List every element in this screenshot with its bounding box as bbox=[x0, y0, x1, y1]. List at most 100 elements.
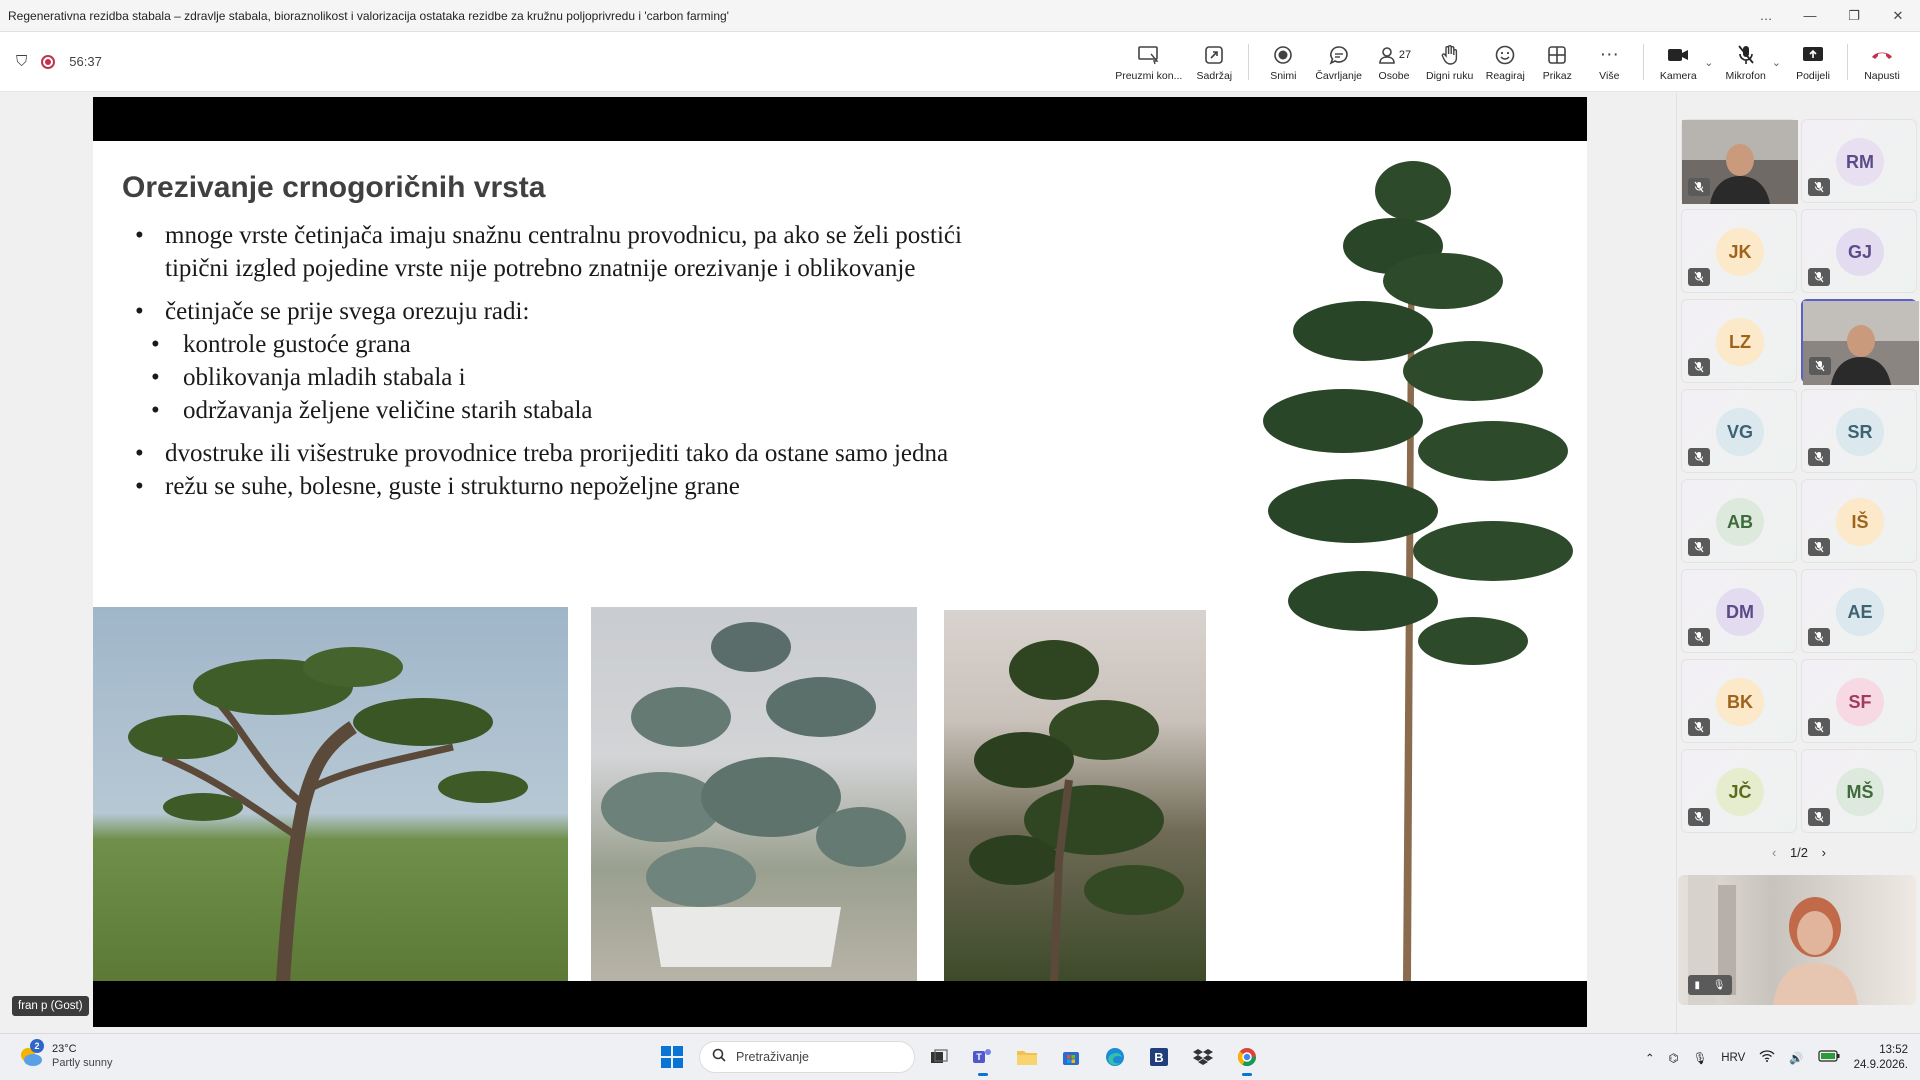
mic-off-icon bbox=[1688, 628, 1710, 646]
teams-app-icon[interactable]: T bbox=[966, 1040, 1000, 1076]
self-video-preview[interactable]: ▮ 🎙 bbox=[1678, 875, 1916, 1005]
minimize-button[interactable]: — bbox=[1788, 0, 1832, 32]
take-control-button[interactable]: Preuzmi kon... bbox=[1109, 34, 1188, 90]
participant-avatar: DM bbox=[1716, 588, 1764, 636]
participant-tile[interactable]: MŠ bbox=[1801, 749, 1917, 833]
sub-bullet-item: kontrole gustoće grana bbox=[133, 328, 993, 361]
emoji-icon bbox=[1494, 43, 1516, 67]
people-icon: 27 bbox=[1377, 43, 1411, 67]
participant-tile[interactable]: SR bbox=[1801, 389, 1917, 473]
dropbox-icon[interactable] bbox=[1186, 1040, 1220, 1074]
participant-video-tile[interactable] bbox=[1681, 119, 1798, 204]
toolbar-divider bbox=[1643, 44, 1645, 80]
more-options-button[interactable]: … bbox=[1744, 0, 1788, 32]
hang-up-icon bbox=[1870, 43, 1894, 67]
battery-icon[interactable] bbox=[1818, 1050, 1840, 1065]
participant-avatar: SF bbox=[1836, 678, 1884, 726]
participant-tile[interactable]: AE bbox=[1801, 569, 1917, 653]
self-view-status: ▮ 🎙 bbox=[1688, 975, 1732, 995]
view-label: Prikaz bbox=[1542, 69, 1572, 82]
participant-tile[interactable]: JČ bbox=[1681, 749, 1797, 833]
edge-browser-icon[interactable] bbox=[1098, 1040, 1132, 1074]
chat-button[interactable]: Čavrljanje bbox=[1309, 34, 1368, 90]
participant-avatar: RM bbox=[1836, 138, 1884, 186]
camera-button[interactable]: Kamera bbox=[1652, 34, 1704, 90]
camera-options-chevron-icon[interactable]: ⌄ bbox=[1704, 56, 1713, 69]
mic-off-icon bbox=[1688, 358, 1710, 376]
mic-off-icon bbox=[1808, 448, 1830, 466]
leave-button[interactable]: Napusti bbox=[1856, 34, 1908, 90]
microsoft-store-icon[interactable] bbox=[1054, 1040, 1088, 1074]
participant-tile[interactable]: SF bbox=[1801, 659, 1917, 743]
raise-hand-icon bbox=[1440, 43, 1460, 67]
mic-off-icon bbox=[1808, 178, 1830, 196]
microphone-icon[interactable]: 🎙 bbox=[1693, 1051, 1708, 1065]
mic-off-icon bbox=[1808, 628, 1830, 646]
take-control-label: Preuzmi kon... bbox=[1115, 69, 1183, 82]
weather-widget[interactable]: 2 23°C Partly sunny bbox=[18, 1039, 113, 1070]
record-icon bbox=[1272, 43, 1294, 67]
participant-avatar: BK bbox=[1716, 678, 1764, 726]
more-button[interactable]: ··· Više bbox=[1583, 34, 1635, 90]
wifi-icon[interactable] bbox=[1759, 1050, 1775, 1065]
participant-tile[interactable]: IŠ bbox=[1801, 479, 1917, 563]
chat-icon bbox=[1328, 43, 1350, 67]
clock-time: 13:52 bbox=[1879, 1043, 1908, 1056]
participant-tile[interactable]: VG bbox=[1681, 389, 1797, 473]
mic-off-icon bbox=[1808, 808, 1830, 826]
windows-start-icon[interactable] bbox=[661, 1046, 683, 1068]
file-explorer-icon[interactable] bbox=[1010, 1040, 1044, 1074]
record-button[interactable]: Snimi bbox=[1257, 34, 1309, 90]
people-button[interactable]: 27 Osobe bbox=[1368, 34, 1420, 90]
window-title: Regenerativna rezidba stabala – zdravlje… bbox=[8, 8, 729, 23]
sub-bullet-item: oblikovanja mladih stabala i bbox=[133, 361, 993, 394]
react-button[interactable]: Reagiraj bbox=[1479, 34, 1531, 90]
meeting-toolbar: ⛉ 56:37 Preuzmi kon... Sadržaj Snimi Čav… bbox=[0, 32, 1920, 92]
clock-date: 24.9.2026. bbox=[1853, 1058, 1908, 1071]
prev-page-chevron-icon[interactable]: ‹ bbox=[1772, 845, 1776, 860]
participant-video-tile[interactable] bbox=[1801, 299, 1919, 385]
mic-options-chevron-icon[interactable]: ⌄ bbox=[1772, 56, 1781, 69]
temperature: 23°C bbox=[52, 1043, 77, 1055]
speaker-icon[interactable]: 🔊 bbox=[1789, 1051, 1803, 1065]
chat-label: Čavrljanje bbox=[1315, 69, 1363, 82]
mic-off-icon: 🎙 bbox=[1712, 979, 1726, 991]
share-button[interactable]: Podijeli bbox=[1787, 34, 1839, 90]
weather-condition: Partly sunny bbox=[52, 1057, 113, 1069]
gallery-pager: ‹ 1/2 › bbox=[1677, 845, 1920, 860]
participant-tile[interactable]: JK bbox=[1681, 209, 1797, 293]
share-icon bbox=[1802, 43, 1824, 67]
participant-tile[interactable]: RM bbox=[1801, 119, 1917, 203]
shield-icon[interactable]: ⛉ bbox=[16, 53, 27, 70]
task-view-icon[interactable] bbox=[922, 1040, 956, 1074]
bullet-item: dvostruke ili višestruke provodnice treb… bbox=[133, 437, 993, 470]
restore-button[interactable]: ❐ bbox=[1832, 0, 1876, 32]
participant-avatar: GJ bbox=[1836, 228, 1884, 276]
taskbar-clock[interactable]: 13:52 24.9.2026. bbox=[1854, 1043, 1908, 1073]
participant-tile[interactable]: GJ bbox=[1801, 209, 1917, 293]
raise-hand-button[interactable]: Digni ruku bbox=[1420, 34, 1479, 90]
teams-tray-icon[interactable]: ⌬ bbox=[1669, 1051, 1679, 1065]
chevron-up-icon[interactable]: ⌃ bbox=[1645, 1051, 1655, 1065]
participant-tile[interactable]: LZ bbox=[1681, 299, 1797, 383]
record-label: Snimi bbox=[1270, 69, 1297, 82]
recording-indicator-icon bbox=[41, 54, 56, 69]
content-button[interactable]: Sadržaj bbox=[1188, 34, 1240, 90]
mic-button[interactable]: Mikrofon bbox=[1720, 34, 1772, 90]
take-control-icon bbox=[1137, 43, 1160, 67]
partly-sunny-icon: 2 bbox=[18, 1039, 44, 1069]
weather-badge: 2 bbox=[30, 1039, 44, 1053]
view-button[interactable]: Prikaz bbox=[1531, 34, 1583, 90]
input-language[interactable]: HRV bbox=[1721, 1052, 1745, 1064]
people-label: Osobe bbox=[1378, 69, 1410, 82]
search-placeholder: Pretraživanje bbox=[736, 1050, 809, 1064]
mic-off-icon bbox=[1736, 43, 1756, 67]
participant-tile[interactable]: BK bbox=[1681, 659, 1797, 743]
participant-tile[interactable]: DM bbox=[1681, 569, 1797, 653]
next-page-chevron-icon[interactable]: › bbox=[1822, 845, 1826, 860]
chrome-browser-icon[interactable] bbox=[1230, 1040, 1264, 1076]
participant-tile[interactable]: AB bbox=[1681, 479, 1797, 563]
taskbar-search[interactable]: Pretraživanje bbox=[699, 1041, 915, 1073]
b-app-icon[interactable]: B bbox=[1142, 1040, 1176, 1074]
close-button[interactable]: ✕ bbox=[1876, 0, 1920, 32]
